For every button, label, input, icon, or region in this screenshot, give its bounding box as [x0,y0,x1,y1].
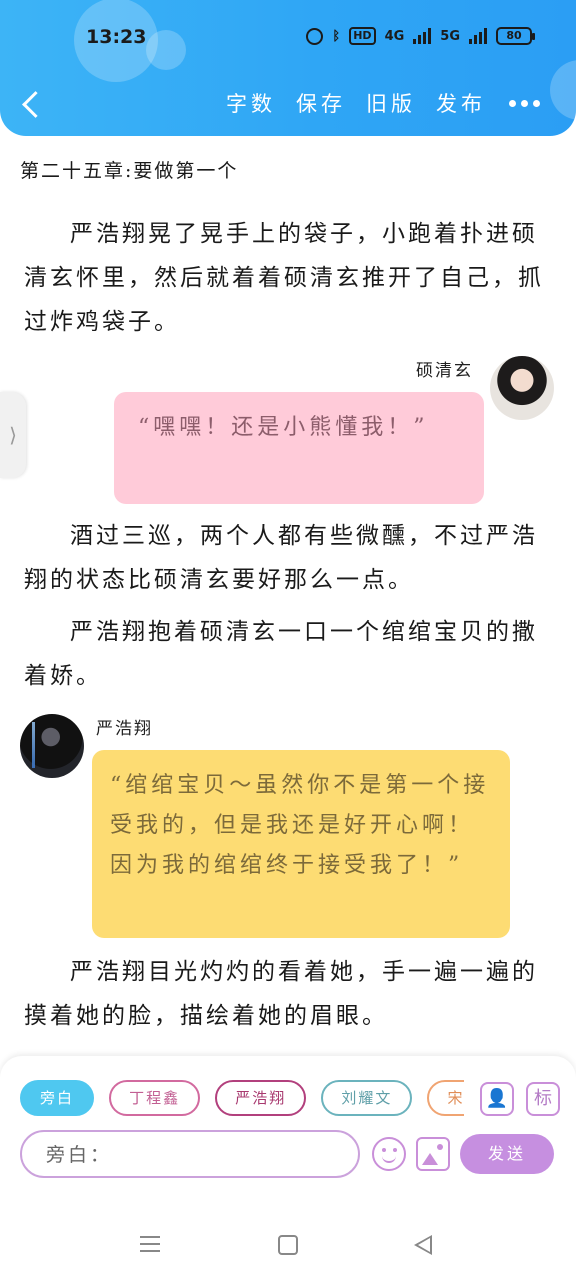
character-chip[interactable]: 宋亚 [427,1080,464,1116]
person-card-icon[interactable]: 👤 [480,1082,514,1116]
more-icon[interactable] [509,100,540,107]
system-nav-bar [0,1210,576,1280]
dialogue-bubble[interactable]: “嘿嘿！还是小熊懂我！” [114,392,484,504]
character-chip-narrator[interactable]: 旁白 [20,1080,95,1116]
old-version-button[interactable]: 旧版 [366,88,416,118]
alarm-icon [306,27,324,45]
home-icon[interactable] [278,1235,298,1255]
back-button[interactable] [18,90,48,120]
speaker-avatar[interactable] [20,714,84,778]
decorative-bubble [146,30,186,70]
side-drawer-handle[interactable]: ⟩ [0,392,26,478]
battery-icon: 80 [496,27,535,45]
4g-label: 4G [384,28,405,44]
speaker-name: 严浩翔 [96,719,153,739]
character-selector: 旁白 丁程鑫 严浩翔 刘耀文 宋亚 [20,1080,464,1118]
tag-button[interactable]: 标 [526,1082,560,1116]
speaker-avatar[interactable] [490,356,554,420]
status-time: 13:23 [86,26,147,48]
status-icons: ᛒ HD 4G 5G 80 [306,27,535,45]
decorative-bubble [550,60,576,120]
speaker-name: 硕清玄 [416,361,473,381]
dialogue-bubble[interactable]: “绾绾宝贝～虽然你不是第一个接受我的，但是我还是好开心啊！因为我的绾绾终于接受我… [92,750,510,938]
bluetooth-icon: ᛒ [332,28,341,44]
send-button[interactable]: 发送 [460,1134,554,1174]
dialogue-input[interactable]: 旁白： [20,1130,360,1178]
publish-button[interactable]: 发布 [436,88,486,118]
image-icon[interactable] [416,1137,450,1171]
character-chip[interactable]: 丁程鑫 [109,1080,201,1116]
paragraph[interactable]: 严浩翔目光灼灼的看着她，手一遍一遍的摸着她的脸，描绘着她的眉眼。 [24,950,554,1038]
toolbar: 字数 保存 旧版 发布 [226,88,486,118]
character-chip[interactable]: 刘耀文 [321,1080,413,1116]
paragraph[interactable]: 酒过三巡，两个人都有些微醺，不过严浩翔的状态比硕清玄要好那么一点。 [24,514,554,602]
paragraph[interactable]: 严浩翔晃了晃手上的袋子，小跑着扑进硕清玄怀里，然后就着着硕清玄推开了自己，抓过炸… [24,212,554,344]
signal-icon [413,28,432,44]
back-icon[interactable] [414,1235,432,1255]
chapter-title: 第二十五章:要做第一个 [20,160,239,182]
paragraph[interactable]: 严浩翔抱着硕清玄一口一个绾绾宝贝的撒着娇。 [24,610,554,698]
word-count-button[interactable]: 字数 [226,88,276,118]
hd-icon: HD [349,27,376,45]
character-chip[interactable]: 严浩翔 [215,1080,307,1116]
menu-icon[interactable] [140,1236,160,1252]
save-button[interactable]: 保存 [296,88,346,118]
app-header: 13:23 ᛒ HD 4G 5G 80 字数 保存 旧版 发布 [0,0,576,136]
emoji-icon[interactable] [372,1137,406,1171]
signal-icon [469,28,487,44]
5g-label: 5G [440,28,460,44]
